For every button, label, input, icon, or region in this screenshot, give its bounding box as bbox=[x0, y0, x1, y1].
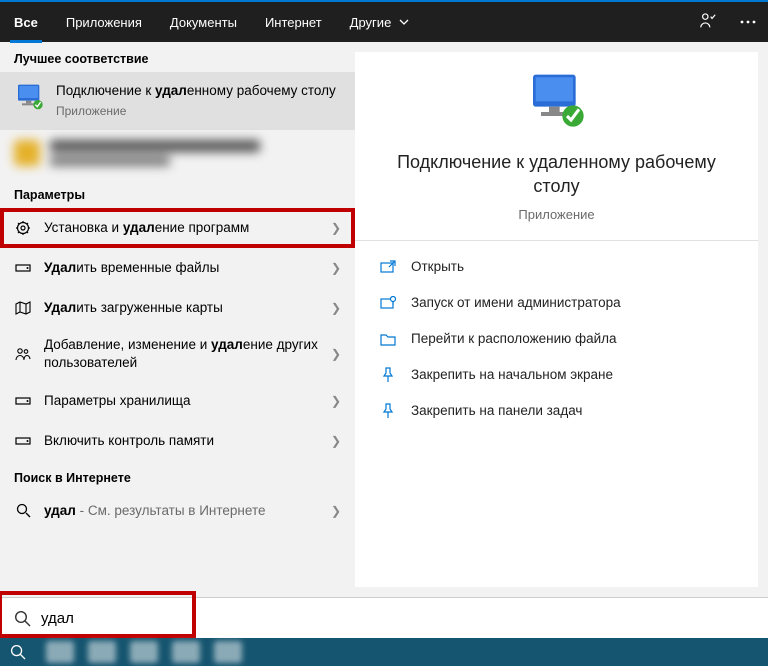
search-icon bbox=[14, 503, 32, 518]
action-open-file-location[interactable]: Перейти к расположению файла bbox=[355, 321, 758, 357]
storage-icon bbox=[14, 262, 32, 274]
tab-documents[interactable]: Документы bbox=[156, 1, 251, 43]
chevron-right-icon: ❯ bbox=[331, 221, 341, 235]
chevron-right-icon: ❯ bbox=[331, 394, 341, 408]
tab-other[interactable]: Другие bbox=[336, 1, 423, 43]
web-search-label: удал - См. результаты в Интернете bbox=[44, 502, 319, 520]
taskbar-app-blurred[interactable] bbox=[214, 641, 242, 663]
pin-icon bbox=[379, 402, 397, 420]
action-label: Открыть bbox=[411, 259, 464, 274]
blurred-result bbox=[0, 130, 355, 178]
action-label: Закрепить на начальном экране bbox=[411, 367, 613, 382]
taskbar-search-icon[interactable] bbox=[4, 638, 32, 666]
open-icon bbox=[379, 258, 397, 276]
pin-icon bbox=[379, 366, 397, 384]
setting-install-uninstall-programs[interactable]: Установка и удаление программ ❯ bbox=[0, 208, 355, 248]
setting-label: Включить контроль памяти bbox=[44, 432, 319, 450]
section-best-match: Лучшее соответствие bbox=[0, 42, 355, 72]
setting-label: Удалить загруженные карты bbox=[44, 299, 319, 317]
gear-icon bbox=[14, 220, 32, 236]
action-label: Закрепить на панели задач bbox=[411, 403, 582, 418]
chevron-right-icon: ❯ bbox=[331, 434, 341, 448]
setting-label: Удалить временные файлы bbox=[44, 259, 319, 277]
action-label: Запуск от имени администратора bbox=[411, 295, 621, 310]
action-label: Перейти к расположению файла bbox=[411, 331, 617, 346]
taskbar-app-blurred[interactable] bbox=[46, 641, 74, 663]
tab-apps[interactable]: Приложения bbox=[52, 1, 156, 43]
taskbar-app-blurred[interactable] bbox=[88, 641, 116, 663]
setting-label: Параметры хранилища bbox=[44, 392, 319, 410]
setting-other-users[interactable]: Добавление, изменение и удаление других … bbox=[0, 328, 355, 380]
preview-subtitle: Приложение bbox=[518, 207, 594, 222]
taskbar bbox=[0, 638, 768, 666]
results-panel: Лучшее соответствие Подключение к удален… bbox=[0, 42, 355, 597]
section-web-search: Поиск в Интернете bbox=[0, 461, 355, 491]
best-match-item[interactable]: Подключение к удаленному рабочему столу … bbox=[0, 72, 355, 130]
feedback-icon[interactable] bbox=[688, 1, 728, 43]
setting-delete-temp-files[interactable]: Удалить временные файлы ❯ bbox=[0, 248, 355, 288]
web-search-item[interactable]: удал - См. результаты в Интернете ❯ bbox=[0, 491, 355, 531]
setting-label: Добавление, изменение и удаление других … bbox=[44, 336, 319, 372]
tab-all[interactable]: Все bbox=[0, 1, 52, 43]
chevron-right-icon: ❯ bbox=[331, 261, 341, 275]
taskbar-app-blurred[interactable] bbox=[172, 641, 200, 663]
preview-title: Подключение к удаленному рабочему столу bbox=[355, 150, 758, 199]
action-pin-to-taskbar[interactable]: Закрепить на панели задач bbox=[355, 393, 758, 429]
chevron-right-icon: ❯ bbox=[331, 347, 341, 361]
storage-icon bbox=[14, 395, 32, 407]
chevron-down-icon bbox=[399, 19, 409, 25]
best-match-title: Подключение к удаленному рабочему столу bbox=[56, 82, 336, 100]
rdp-icon bbox=[14, 82, 46, 114]
storage-icon bbox=[14, 435, 32, 447]
setting-storage-sense[interactable]: Включить контроль памяти ❯ bbox=[0, 421, 355, 461]
search-filter-tabs: Все Приложения Документы Интернет Другие bbox=[0, 0, 768, 42]
setting-label: Установка и удаление программ bbox=[44, 219, 319, 237]
action-open[interactable]: Открыть bbox=[355, 249, 758, 285]
setting-delete-offline-maps[interactable]: Удалить загруженные карты ❯ bbox=[0, 288, 355, 328]
users-icon bbox=[14, 347, 32, 361]
folder-icon bbox=[379, 330, 397, 348]
more-icon[interactable] bbox=[728, 1, 768, 43]
chevron-right-icon: ❯ bbox=[331, 504, 341, 518]
map-icon bbox=[14, 301, 32, 315]
admin-icon bbox=[379, 294, 397, 312]
search-input[interactable] bbox=[41, 610, 754, 627]
action-pin-to-start[interactable]: Закрепить на начальном экране bbox=[355, 357, 758, 393]
taskbar-app-blurred[interactable] bbox=[130, 641, 158, 663]
setting-storage-settings[interactable]: Параметры хранилища ❯ bbox=[0, 381, 355, 421]
action-run-as-admin[interactable]: Запуск от имени администратора bbox=[355, 285, 758, 321]
section-settings: Параметры bbox=[0, 178, 355, 208]
preview-panel: Подключение к удаленному рабочему столу … bbox=[355, 52, 758, 587]
chevron-right-icon: ❯ bbox=[331, 301, 341, 315]
divider bbox=[355, 240, 758, 241]
search-icon bbox=[14, 610, 31, 627]
search-box[interactable] bbox=[0, 597, 768, 638]
tab-internet[interactable]: Интернет bbox=[251, 1, 336, 43]
best-match-subtitle: Приложение bbox=[56, 104, 336, 118]
preview-app-icon bbox=[525, 72, 589, 136]
